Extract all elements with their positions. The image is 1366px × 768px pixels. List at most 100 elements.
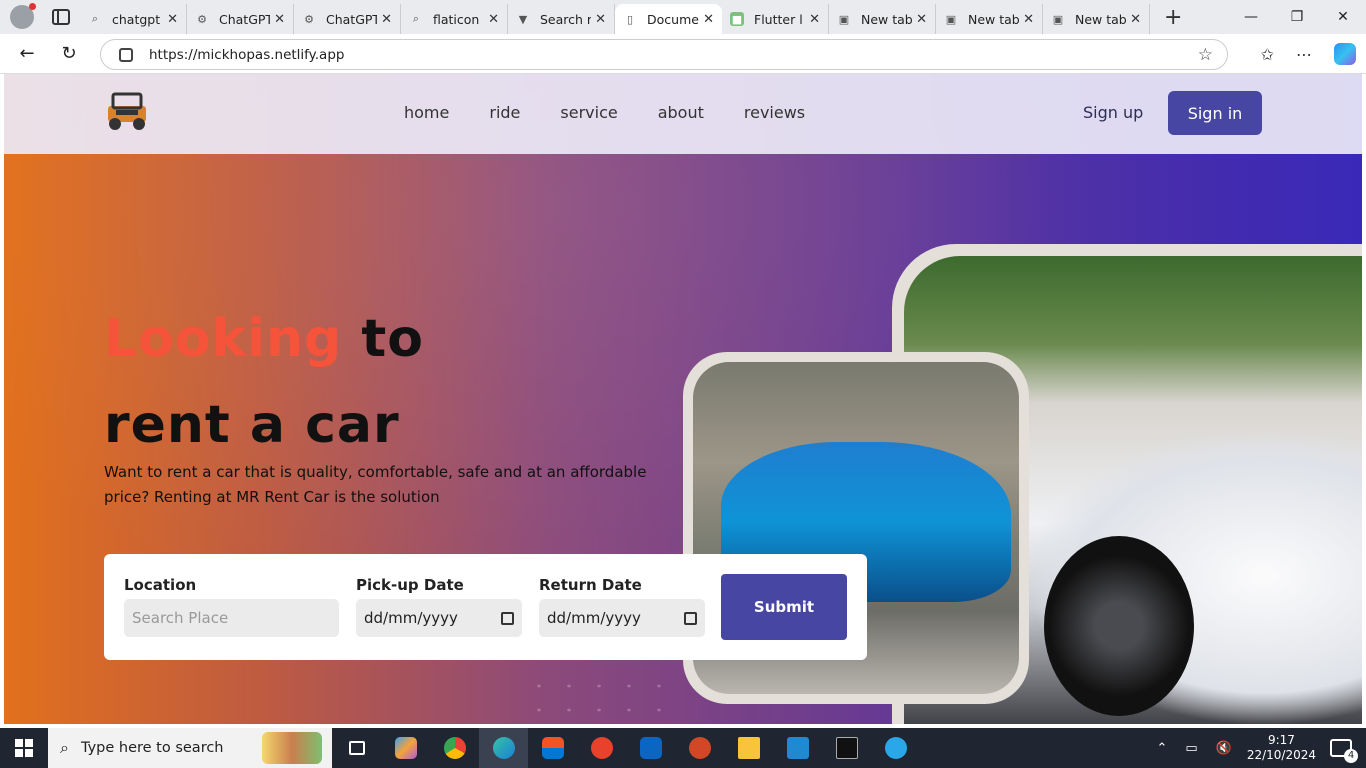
favorite-star-icon[interactable]: ☆ xyxy=(1198,45,1213,65)
sign-up-link[interactable]: Sign up xyxy=(1083,103,1143,122)
app-blue-icon[interactable] xyxy=(871,728,920,768)
submit-button[interactable]: Submit xyxy=(721,574,847,640)
browser-tab[interactable]: ⌕ chatgpt ✕ xyxy=(80,4,187,34)
close-tab-icon[interactable]: ✕ xyxy=(167,12,178,27)
webpage: home ride service about reviews Sign up … xyxy=(4,74,1362,724)
close-tab-icon[interactable]: ✕ xyxy=(1023,12,1034,27)
search-highlight-image xyxy=(262,732,322,764)
edge-icon[interactable] xyxy=(479,728,528,768)
taskbar-search-placeholder: Type here to search xyxy=(80,740,224,756)
browser-tab[interactable]: ■ Flutter l ✕ xyxy=(722,4,829,34)
browser-tab[interactable]: ▼ Search r ✕ xyxy=(508,4,615,34)
browser-tab[interactable]: ▣ New tab ✕ xyxy=(936,4,1043,34)
browser-tab[interactable]: ⚙ ChatGPT ✕ xyxy=(187,4,294,34)
newtab-icon: ▣ xyxy=(1052,12,1064,26)
notifications-icon[interactable] xyxy=(1330,739,1358,763)
browser-toolbar: ✩ ⋯ xyxy=(1261,34,1356,74)
close-tab-icon[interactable]: ✕ xyxy=(381,12,392,27)
url-text[interactable]: https://mickhopas.netlify.app xyxy=(149,47,344,63)
browser-tab-active[interactable]: ▯ Docume ✕ xyxy=(615,4,722,34)
flutter-icon: ■ xyxy=(730,12,744,26)
battery-icon[interactable]: ▭ xyxy=(1185,741,1197,756)
tab-list: ⌕ chatgpt ✕ ⚙ ChatGPT ✕ ⚙ ChatGPT ✕ ⌕ flaticon ✕… xyxy=(80,0,1150,34)
close-tab-icon[interactable]: ✕ xyxy=(274,12,285,27)
wps-icon[interactable] xyxy=(577,728,626,768)
headline-line2: rent a car xyxy=(104,395,400,455)
headline-rest: to xyxy=(342,309,424,369)
nav-ride[interactable]: ride xyxy=(489,103,520,122)
store-icon[interactable] xyxy=(528,728,577,768)
nav-service[interactable]: service xyxy=(560,103,617,122)
sign-in-button[interactable]: Sign in xyxy=(1168,91,1262,135)
site-header: home ride service about reviews Sign up … xyxy=(4,74,1362,154)
minimize-icon[interactable]: — xyxy=(1228,0,1274,34)
terminal-icon[interactable] xyxy=(822,728,871,768)
taskbar-search[interactable]: ⌕ Type here to search xyxy=(48,728,332,768)
windows-logo-icon xyxy=(15,739,33,757)
close-tab-icon[interactable]: ✕ xyxy=(488,12,499,27)
headline-highlight: Looking xyxy=(104,309,343,369)
nav-reviews[interactable]: reviews xyxy=(744,103,805,122)
browser-tab[interactable]: ⚙ ChatGPT ✕ xyxy=(294,4,401,34)
restore-icon[interactable]: ❐ xyxy=(1274,0,1320,34)
jeep-logo-icon[interactable] xyxy=(104,88,150,132)
close-tab-icon[interactable]: ✕ xyxy=(595,12,606,27)
pickup-field: Pick-up Date dd/mm/yyyy xyxy=(356,576,522,637)
chevron-up-icon[interactable]: ⌃ xyxy=(1156,741,1167,756)
powerpoint-icon[interactable] xyxy=(675,728,724,768)
volume-mute-icon[interactable]: 🔇 xyxy=(1216,741,1232,756)
clock[interactable]: 9:17 22/10/2024 xyxy=(1247,733,1316,763)
close-tab-icon[interactable]: ✕ xyxy=(916,12,927,27)
close-tab-icon[interactable]: ✕ xyxy=(1130,12,1141,27)
task-view-icon[interactable] xyxy=(332,728,381,768)
tab-actions-icon[interactable] xyxy=(52,9,70,25)
calendar-icon[interactable] xyxy=(684,611,697,625)
return-label: Return Date xyxy=(539,576,642,594)
profile-avatar[interactable] xyxy=(10,3,36,29)
close-tab-icon[interactable]: ✕ xyxy=(809,12,820,27)
copilot-app-icon[interactable] xyxy=(381,728,430,768)
close-tab-icon[interactable]: ✕ xyxy=(703,12,714,27)
return-date-value: dd/mm/yyyy xyxy=(547,609,641,627)
clock-date: 22/10/2024 xyxy=(1246,748,1316,762)
nav-home[interactable]: home xyxy=(404,103,449,122)
return-field: Return Date dd/mm/yyyy xyxy=(539,576,705,637)
browser-tab-strip: ⌕ chatgpt ✕ ⚙ ChatGPT ✕ ⚙ ChatGPT ✕ ⌕ flaticon ✕… xyxy=(0,0,1366,34)
return-date-input[interactable]: dd/mm/yyyy xyxy=(539,599,705,637)
browser-tab[interactable]: ▣ New tab ✕ xyxy=(1043,4,1150,34)
calendar-icon[interactable] xyxy=(501,611,514,625)
search-icon: ⌕ xyxy=(60,738,69,757)
favorites-icon[interactable]: ✩ xyxy=(1261,45,1274,64)
taskbar-apps xyxy=(332,728,920,768)
hero-description: Want to rent a car that is quality, comf… xyxy=(104,463,647,506)
nav-about[interactable]: about xyxy=(658,103,704,122)
search-icon: ⌕ xyxy=(91,12,99,25)
system-tray: ⌃ ▭ 🔇 9:17 22/10/2024 xyxy=(1147,728,1366,768)
close-window-icon[interactable]: ✕ xyxy=(1320,0,1366,34)
browser-tab[interactable]: ▣ New tab ✕ xyxy=(829,4,936,34)
copilot-icon[interactable] xyxy=(1334,43,1356,65)
location-input[interactable]: Search Place xyxy=(124,599,339,637)
location-field: Location Search Place xyxy=(124,576,339,637)
main-nav: home ride service about reviews xyxy=(404,103,805,122)
chrome-icon[interactable] xyxy=(430,728,479,768)
back-arrow-icon[interactable]: ← xyxy=(12,39,42,69)
refresh-icon[interactable]: ↻ xyxy=(54,39,84,69)
browser-tab[interactable]: ⌕ flaticon ✕ xyxy=(401,4,508,34)
outlook-icon[interactable] xyxy=(626,728,675,768)
window-controls: — ❐ ✕ xyxy=(1228,0,1366,34)
vercel-icon: ▼ xyxy=(518,12,528,26)
start-button[interactable] xyxy=(0,728,48,768)
newtab-icon: ▣ xyxy=(945,12,957,26)
location-label: Location xyxy=(124,576,197,594)
more-options-icon[interactable]: ⋯ xyxy=(1296,45,1312,64)
pickup-date-input[interactable]: dd/mm/yyyy xyxy=(356,599,522,637)
decorative-dots xyxy=(524,674,684,714)
vscode-icon[interactable] xyxy=(773,728,822,768)
site-info-icon[interactable] xyxy=(119,47,133,62)
file-explorer-icon[interactable] xyxy=(724,728,773,768)
windows-taskbar: ⌕ Type here to search ⌃ ▭ 🔇 9:17 22/10/2… xyxy=(0,728,1366,768)
pickup-date-value: dd/mm/yyyy xyxy=(364,609,458,627)
url-field[interactable]: https://mickhopas.netlify.app ☆ xyxy=(100,39,1228,70)
new-tab-button[interactable]: + xyxy=(1164,5,1182,30)
